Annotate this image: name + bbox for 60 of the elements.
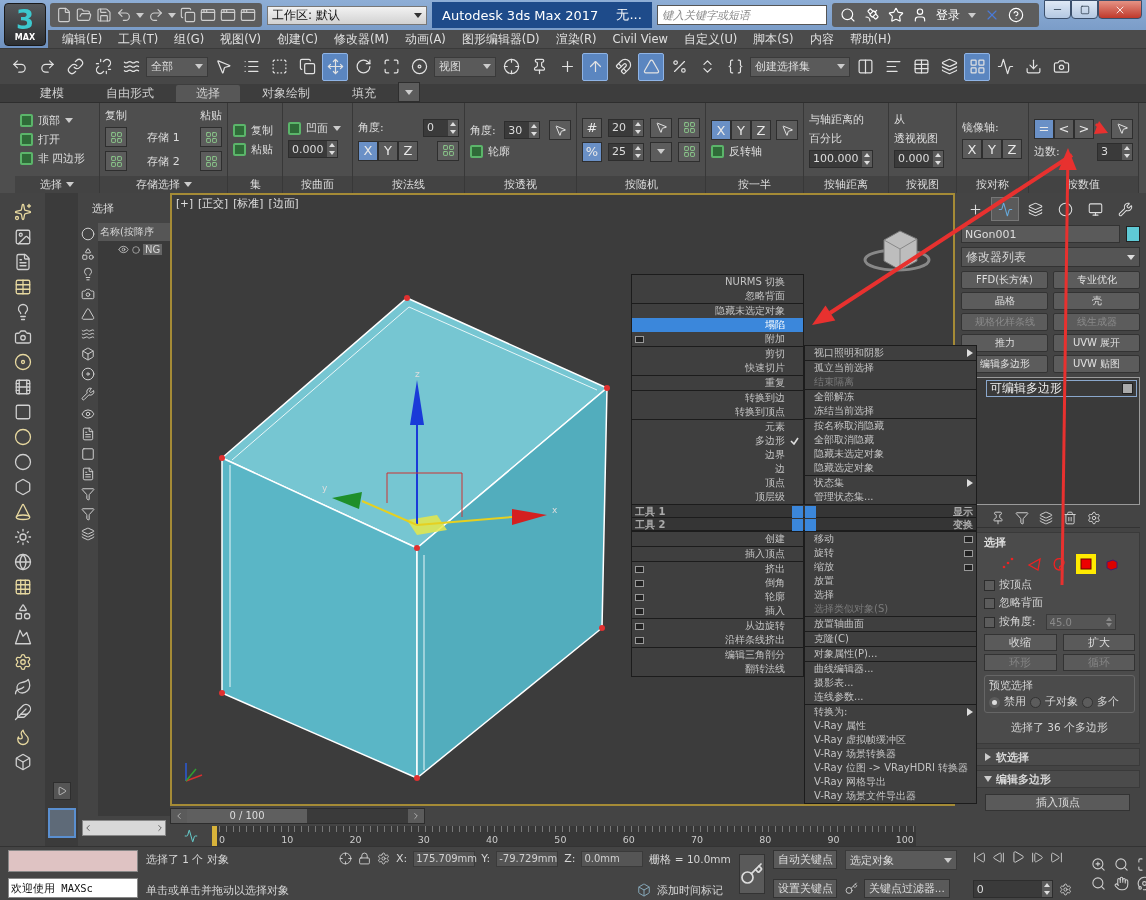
checkbox-label: 按角度: bbox=[999, 615, 1036, 629]
checkbox-label: 忽略背面 bbox=[999, 596, 1043, 610]
ribbon-label: 复制 bbox=[105, 108, 127, 123]
logo-caption: MAX bbox=[14, 33, 36, 42]
frame-number: 50 bbox=[554, 834, 567, 846]
ribbon-label: 镜像轴: bbox=[962, 120, 999, 135]
ribbon-label: 存储 1 bbox=[147, 129, 180, 145]
ribbon-label: 从 bbox=[894, 111, 905, 127]
frame-number: 40 bbox=[486, 834, 499, 846]
checkbox-label: 按顶点 bbox=[999, 578, 1032, 592]
group-title: 按对称 bbox=[976, 177, 1009, 192]
group-title: 按视图 bbox=[906, 177, 939, 192]
group-title: 存储选择 bbox=[135, 177, 180, 192]
window-title: Autodesk 3ds Max 2017 bbox=[442, 7, 599, 23]
quad-title: 变换 bbox=[952, 518, 974, 532]
group-title: 按法线 bbox=[392, 177, 425, 192]
axis-label: z bbox=[415, 369, 420, 379]
group-title: 按轴距离 bbox=[824, 177, 868, 192]
ribbon-label: 透视视图 bbox=[894, 130, 938, 146]
frame-number: 100 bbox=[895, 834, 914, 846]
group-label: 预览选择 bbox=[989, 679, 1034, 693]
ribbon-label: 与轴距离的 bbox=[809, 111, 864, 127]
logo-digit: 3 bbox=[15, 7, 35, 33]
coordinate-label: Z: bbox=[564, 852, 576, 865]
frame-number: 10 bbox=[281, 834, 294, 846]
frame-number: 60 bbox=[622, 834, 635, 846]
selection-info: 选择了 36 个多边形 bbox=[1010, 720, 1108, 735]
radio-label: 子对象 bbox=[1045, 695, 1078, 709]
quad-title: 工具 2 bbox=[634, 518, 667, 532]
ribbon-label: 粘贴 bbox=[200, 108, 222, 123]
ribbon-label: 存储 2 bbox=[147, 153, 180, 169]
ribbon-label: 角度: bbox=[470, 122, 496, 138]
group-title: 按一半 bbox=[738, 177, 771, 192]
frame-number: 90 bbox=[827, 834, 840, 846]
group-title: 选择 bbox=[40, 177, 62, 192]
group-title: 按透视 bbox=[504, 177, 537, 192]
radio-label: 禁用 bbox=[1004, 695, 1026, 709]
quad-title: 工具 1 bbox=[634, 505, 667, 519]
frame-number: 70 bbox=[690, 834, 703, 846]
axis-label: x bbox=[552, 505, 558, 515]
grid-size-text: 栅格 = 10.0mm bbox=[649, 852, 731, 867]
quad-title: 显示 bbox=[952, 505, 974, 519]
frame-number: 80 bbox=[759, 834, 772, 846]
ribbon-label: 百分比 bbox=[809, 130, 842, 146]
radio-label: 多个 bbox=[1097, 695, 1119, 709]
coordinate-label: X: bbox=[396, 852, 408, 865]
status-text: 选择了 1 个 对象 bbox=[146, 852, 230, 867]
group-title: 按随机 bbox=[624, 177, 658, 192]
axis-label: y bbox=[322, 483, 328, 493]
coordinate-label: Y: bbox=[481, 852, 491, 865]
ribbon-label: 角度: bbox=[358, 120, 384, 135]
file-title: 无... bbox=[616, 6, 642, 24]
prompt-text: 单击或单击并拖动以选择对象 bbox=[146, 883, 290, 898]
explorer-title: 选择 bbox=[92, 200, 114, 216]
ribbon-label: 边数: bbox=[1034, 144, 1060, 159]
group-title: 集 bbox=[249, 177, 261, 192]
frame-number: 30 bbox=[417, 834, 430, 846]
frame-number: 20 bbox=[349, 834, 362, 846]
group-title: 按曲面 bbox=[301, 177, 334, 192]
frame-number: 0 bbox=[219, 834, 226, 846]
